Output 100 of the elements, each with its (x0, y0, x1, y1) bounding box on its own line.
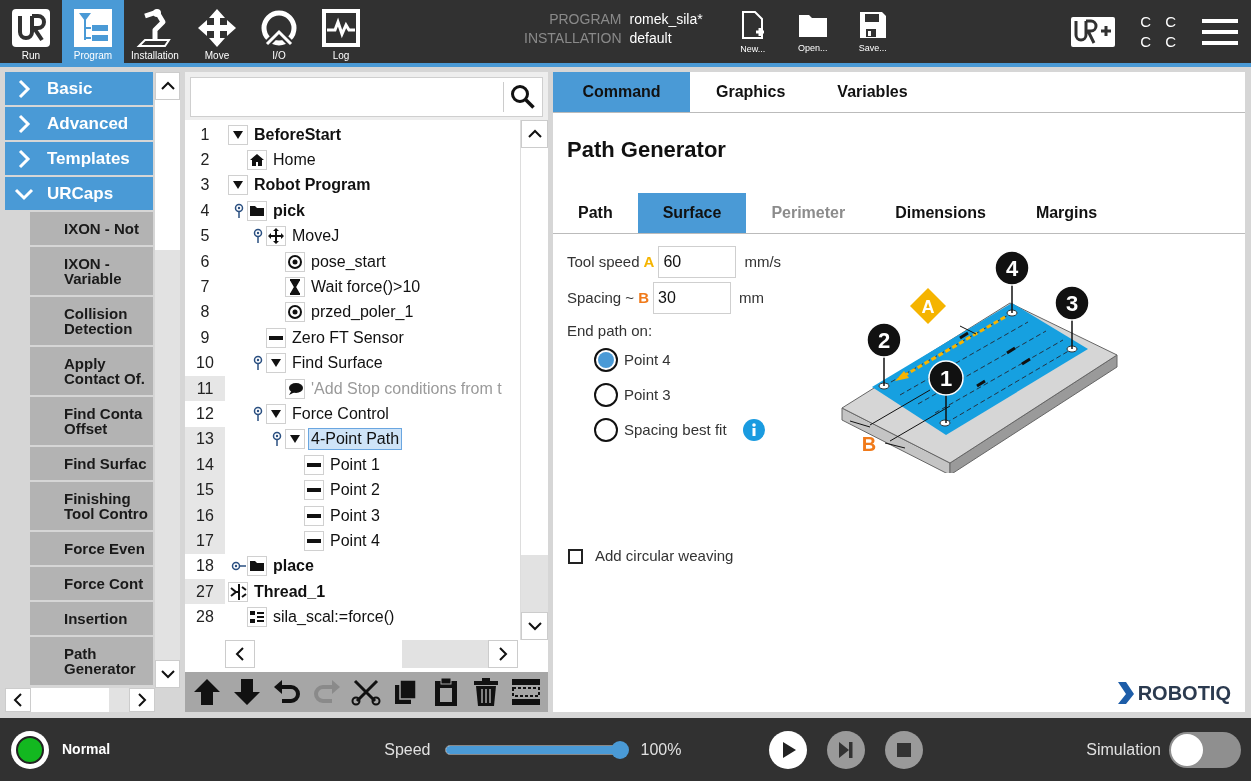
tree-node[interactable]: Zero FT Sensor (290, 327, 406, 348)
scroll-down-button[interactable] (155, 660, 180, 688)
line-number: 14 (185, 452, 225, 478)
scrollbar-thumb[interactable] (402, 640, 488, 668)
status-indicator (11, 730, 49, 769)
indicator-letter: C (1165, 32, 1176, 51)
toolbox-item[interactable]: Finishing Tool Contro (30, 482, 153, 530)
radio-label: Spacing best fit (624, 419, 727, 440)
target-icon (285, 302, 305, 323)
radio-button[interactable] (594, 348, 618, 372)
radio-label: Point 3 (624, 384, 671, 405)
line-number: 16 (185, 502, 225, 529)
scroll-down-button[interactable] (521, 612, 548, 640)
io-circle-icon (259, 8, 299, 48)
chevron-right-icon (498, 647, 508, 661)
tree-node[interactable]: 4-Point Path (309, 429, 402, 450)
tree-node[interactable]: Robot Program (252, 175, 373, 196)
toolbox-item[interactable]: Force Even (30, 532, 153, 565)
move-arrows-icon (197, 8, 237, 48)
tree-node[interactable]: sila_scal:=force() (271, 607, 397, 628)
tree-node[interactable]: Force Control (290, 404, 391, 424)
speed-reading: 100% (640, 739, 682, 760)
chevron-down-icon (527, 621, 542, 631)
tree-node[interactable]: Point 2 (328, 480, 382, 501)
section-label: End path on: (567, 321, 654, 341)
pin-icon[interactable] (251, 355, 264, 372)
scroll-right-button[interactable] (488, 640, 518, 668)
bar-icon (304, 454, 324, 475)
file-button[interactable]: New... (722, 0, 783, 63)
pin-icon[interactable] (251, 228, 264, 245)
toolbox-item[interactable]: IXON - Variable (30, 247, 153, 295)
pin-icon[interactable] (232, 202, 245, 219)
indicator-letter: C (1140, 12, 1152, 31)
simulation-toggle[interactable] (1169, 731, 1241, 768)
speech-bubble-icon (285, 378, 305, 399)
tree-node[interactable]: Point 4 (328, 530, 382, 551)
scroll-left-button[interactable] (5, 688, 31, 712)
toolbox-item[interactable]: Force Cont (30, 567, 153, 600)
chevron-left-icon (13, 693, 23, 707)
bar-icon (304, 505, 324, 526)
brand-logo-icon (1115, 680, 1136, 706)
tree-node[interactable]: MoveJ (290, 226, 342, 247)
file-button[interactable]: Save... (842, 0, 903, 63)
assignment-icon (247, 607, 267, 628)
toolbox-item[interactable]: IXON - Not (30, 212, 153, 245)
pin-icon[interactable] (270, 431, 283, 448)
toolbox-item[interactable]: Find Conta Offset (30, 397, 153, 445)
tree-node[interactable]: Home (271, 150, 318, 171)
tree-node[interactable]: Point 1 (328, 454, 382, 475)
toolbox-item[interactable]: Find Surfac (30, 447, 153, 480)
pin-icon[interactable] (230, 560, 247, 573)
sub-tab[interactable]: Surface (637, 193, 747, 233)
tree-node[interactable]: przed_poler_1 (309, 302, 416, 323)
bar-icon (304, 480, 324, 501)
info-icon[interactable] (742, 419, 765, 441)
toolbox-item[interactable]: Insertion (30, 602, 153, 635)
radio-button[interactable] (594, 418, 618, 442)
speed-slider[interactable] (444, 740, 629, 759)
scrollbar-thumb[interactable] (155, 250, 180, 660)
spacing-marker: B (861, 433, 877, 455)
checkbox[interactable] (568, 548, 583, 564)
menu-icon[interactable] (1201, 17, 1239, 46)
radio-button[interactable] (594, 383, 618, 407)
number-field[interactable]: 30 (653, 282, 731, 314)
scroll-up-button[interactable] (155, 72, 180, 100)
hourglass-icon (285, 277, 305, 298)
scrollbar-thumb[interactable] (521, 555, 548, 612)
stop-icon (897, 741, 912, 758)
scroll-up-button[interactable] (521, 120, 548, 148)
toolbox-item[interactable]: Collision Detection (30, 297, 153, 345)
move-arrows-icon (266, 226, 286, 247)
file-button[interactable]: Open... (782, 0, 843, 63)
tree-node[interactable]: pick (271, 200, 307, 221)
checkbox-label: Add circular weaving (595, 546, 734, 566)
playback-button[interactable] (769, 730, 808, 769)
ur-plus-icon[interactable] (1071, 16, 1116, 47)
status-text: Normal (62, 740, 111, 759)
tree-node[interactable]: Wait force()>10 (309, 277, 423, 298)
number-field[interactable]: 60 (658, 246, 737, 278)
program-label: PROGRAM (548, 10, 622, 29)
search-field[interactable] (190, 77, 543, 117)
tree-node[interactable]: Point 3 (328, 505, 382, 526)
panel-tab[interactable]: Command (553, 72, 690, 112)
toolbox-item[interactable]: Apply Contact Of. (30, 347, 153, 395)
scroll-right-button[interactable] (129, 688, 155, 712)
scroll-left-button[interactable] (225, 640, 255, 668)
tree-node[interactable]: pose_start (309, 251, 388, 272)
tree-node[interactable]: Thread_1 (252, 581, 328, 602)
tree-node[interactable]: place (271, 556, 316, 577)
pin-icon[interactable] (251, 406, 264, 422)
chevron-left-icon (235, 647, 245, 661)
search-icon[interactable] (510, 84, 536, 110)
toolbox-item[interactable]: Path Generator (30, 637, 153, 685)
program-tree-icon (73, 8, 113, 48)
field-marker: A (643, 251, 655, 272)
tree-node[interactable]: Find Surface (290, 353, 385, 374)
simulation-label: Simulation (1086, 739, 1161, 760)
scrollbar-thumb[interactable] (109, 688, 129, 712)
installation-label: INSTALLATION (524, 29, 622, 48)
tree-node[interactable]: BeforeStart (252, 124, 344, 145)
